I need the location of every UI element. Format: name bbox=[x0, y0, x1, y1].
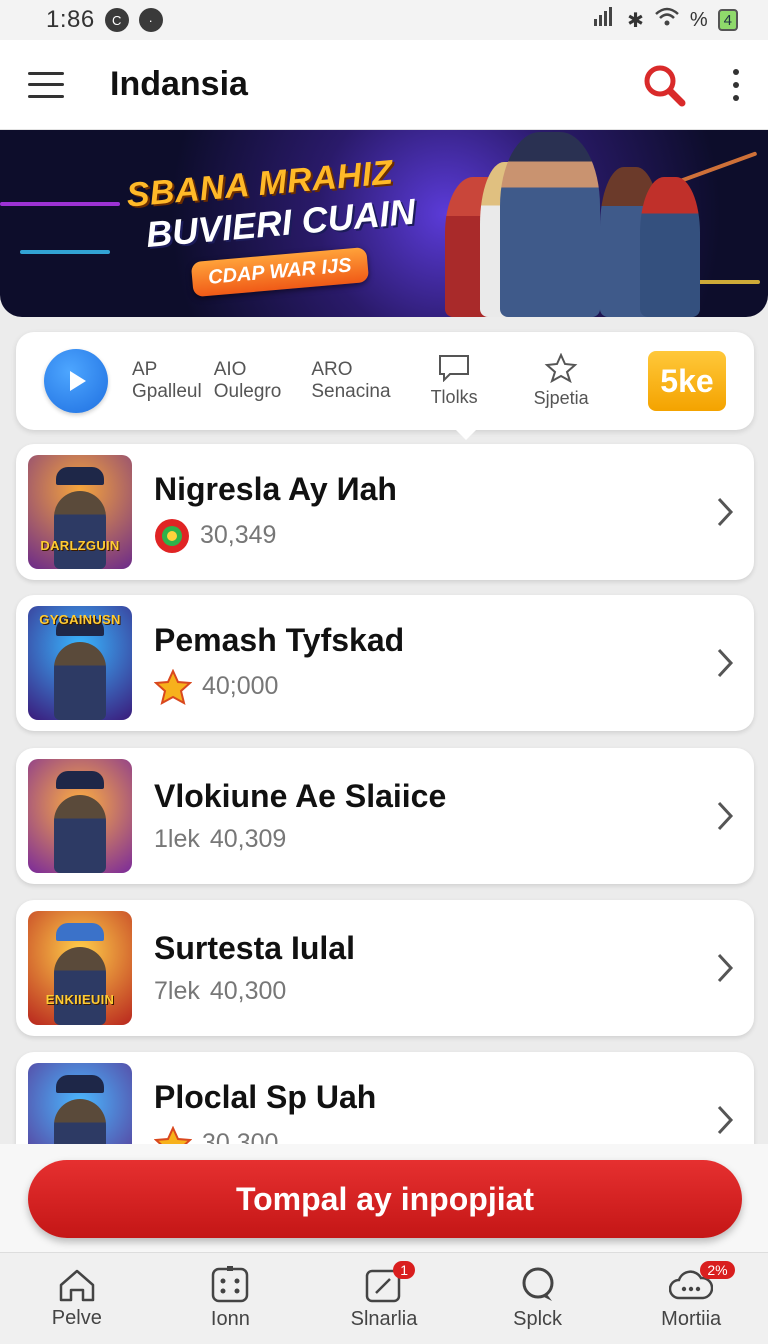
promo-banner[interactable]: SBANA MRAHIZ BUVIERI CUAIN CDAP WAR IJS bbox=[0, 130, 768, 317]
list-item-title: Vlokiune Ae Slaiice bbox=[154, 778, 447, 814]
list-item-value: 40,300 bbox=[209, 977, 287, 1005]
nav-label: Mortiia bbox=[661, 1308, 722, 1330]
chevron-right-icon bbox=[717, 497, 734, 527]
page-title: Indansia bbox=[110, 65, 248, 103]
thumbnail-label: ENKIIEUIN bbox=[45, 992, 115, 1007]
banner-cta-button[interactable]: CDAP WAR IJS bbox=[190, 246, 369, 298]
dice-icon bbox=[212, 1266, 249, 1303]
quick-item-label: Gpalleul bbox=[132, 381, 202, 402]
list-item[interactable]: DARLZGUIN Nigresla Ay Иah 30,349 bbox=[16, 444, 754, 580]
search-icon[interactable] bbox=[640, 61, 688, 109]
battery-icon: 4 bbox=[717, 9, 738, 31]
chevron-right-icon bbox=[717, 1105, 734, 1135]
chat-bubble-icon bbox=[522, 1267, 554, 1301]
bluetooth-icon: ✱ bbox=[627, 9, 644, 32]
list-item[interactable]: ENKIIEUIN Surtesta Iulal 7lek 40,300 bbox=[16, 900, 754, 1036]
red-chip-icon bbox=[155, 518, 189, 553]
star-icon bbox=[154, 668, 192, 705]
bonus-badge[interactable]: 5ke bbox=[648, 351, 726, 411]
status-icons: ✱ % 4 bbox=[593, 7, 738, 33]
menu-icon[interactable] bbox=[28, 71, 64, 98]
hero-character bbox=[640, 177, 700, 317]
quick-item-label: Tlolks bbox=[430, 387, 478, 407]
hero-character bbox=[500, 132, 600, 317]
quick-item-code: AIO bbox=[213, 359, 247, 380]
play-button[interactable] bbox=[44, 349, 108, 413]
primary-cta-button[interactable]: Tompal ay inpopjiat bbox=[28, 1160, 742, 1238]
home-icon bbox=[59, 1269, 95, 1302]
quick-item-senacina[interactable]: ARO Senacina bbox=[311, 359, 390, 403]
quick-item-label: Sjpetia bbox=[533, 388, 589, 408]
nav-item-mortiia[interactable]: 2% Mortiia bbox=[614, 1253, 768, 1344]
list-item-title: Pemash Tyfskad bbox=[154, 621, 405, 658]
nav-item-ionn[interactable]: Ionn bbox=[154, 1253, 308, 1344]
nav-item-pelve[interactable]: Pelve bbox=[0, 1253, 154, 1344]
notification-badge: 2% bbox=[700, 1261, 735, 1279]
list-item-value: 40,309 bbox=[209, 825, 287, 853]
nav-label: Pelve bbox=[51, 1307, 102, 1329]
list-item[interactable]: GYGAINUSN Pemash Tyfskad 40;000 bbox=[16, 595, 754, 731]
status-bar: 1:86 C · ✱ % 4 bbox=[0, 0, 768, 40]
nav-label: Slnarlia bbox=[350, 1308, 418, 1330]
chevron-right-icon bbox=[717, 648, 734, 678]
banner-headline: SBANA MRAHIZ BUVIERI CUAIN CDAP WAR IJS bbox=[125, 152, 421, 302]
nav-item-slnarlia[interactable]: 1 Slnarlia bbox=[307, 1253, 461, 1344]
quick-item-gpalleul[interactable]: AP Gpalleul bbox=[132, 359, 202, 403]
more-options-icon[interactable] bbox=[732, 68, 740, 101]
quick-item-tlolks[interactable]: Tlolks bbox=[431, 354, 478, 408]
bottom-navigation: Pelve Ionn 1 Slnarlia Splck 2% Mortiia bbox=[0, 1252, 768, 1344]
chevron-right-icon bbox=[717, 801, 734, 831]
chat-icon bbox=[439, 355, 470, 382]
list-item-title: Ploclal Sp Uah bbox=[154, 1078, 377, 1115]
list-item-value: 30,349 bbox=[200, 521, 277, 549]
app-bar: Indansia bbox=[0, 40, 768, 130]
quick-item-label: Oulegro bbox=[213, 381, 282, 402]
signal-icon bbox=[593, 7, 617, 33]
game-thumbnail: GYGAINUSN bbox=[28, 606, 132, 720]
notification-badge: 1 bbox=[393, 1261, 415, 1279]
list-item-title: Nigresla Ay Иah bbox=[154, 470, 397, 507]
game-thumbnail: DARLZGUIN bbox=[28, 455, 132, 569]
thumbnail-label: GYGAINUSN bbox=[39, 612, 121, 627]
chevron-right-icon bbox=[717, 953, 734, 983]
list-item-value: 40;000 bbox=[202, 672, 279, 700]
quick-item-sjpetia[interactable]: Sjpetia bbox=[534, 353, 589, 409]
wifi-icon bbox=[654, 7, 680, 33]
quick-item-code: AP bbox=[132, 359, 158, 380]
list-item-prefix: 1lek bbox=[154, 825, 200, 853]
quick-item-oulegro[interactable]: AIO Oulegro bbox=[214, 359, 282, 403]
quick-item-label: Senacina bbox=[311, 381, 391, 402]
tab-pointer bbox=[456, 430, 476, 440]
notification-c-icon: C bbox=[104, 8, 129, 32]
nav-label: Ionn bbox=[210, 1308, 250, 1330]
star-outline-icon bbox=[544, 353, 578, 383]
list-item-prefix: 7lek bbox=[154, 977, 200, 1005]
percent-icon: % bbox=[689, 8, 708, 31]
nav-label: Splck bbox=[513, 1308, 563, 1330]
game-thumbnail: ENKIIEUIN bbox=[28, 911, 132, 1025]
quick-item-code: ARO bbox=[311, 359, 353, 380]
nav-item-splck[interactable]: Splck bbox=[461, 1253, 615, 1344]
quick-access-bar: AP Gpalleul AIO Oulegro ARO Senacina Tlo… bbox=[16, 332, 754, 430]
list-item[interactable]: Vlokiune Ae Slaiice 1lek 40,309 bbox=[16, 748, 754, 884]
status-time: 1:86 bbox=[46, 6, 95, 33]
play-icon bbox=[70, 371, 86, 391]
thumbnail-label: DARLZGUIN bbox=[40, 538, 120, 553]
game-thumbnail bbox=[28, 759, 132, 873]
list-item-title: Surtesta Iulal bbox=[154, 930, 355, 966]
notification-dot-icon: · bbox=[138, 8, 163, 32]
